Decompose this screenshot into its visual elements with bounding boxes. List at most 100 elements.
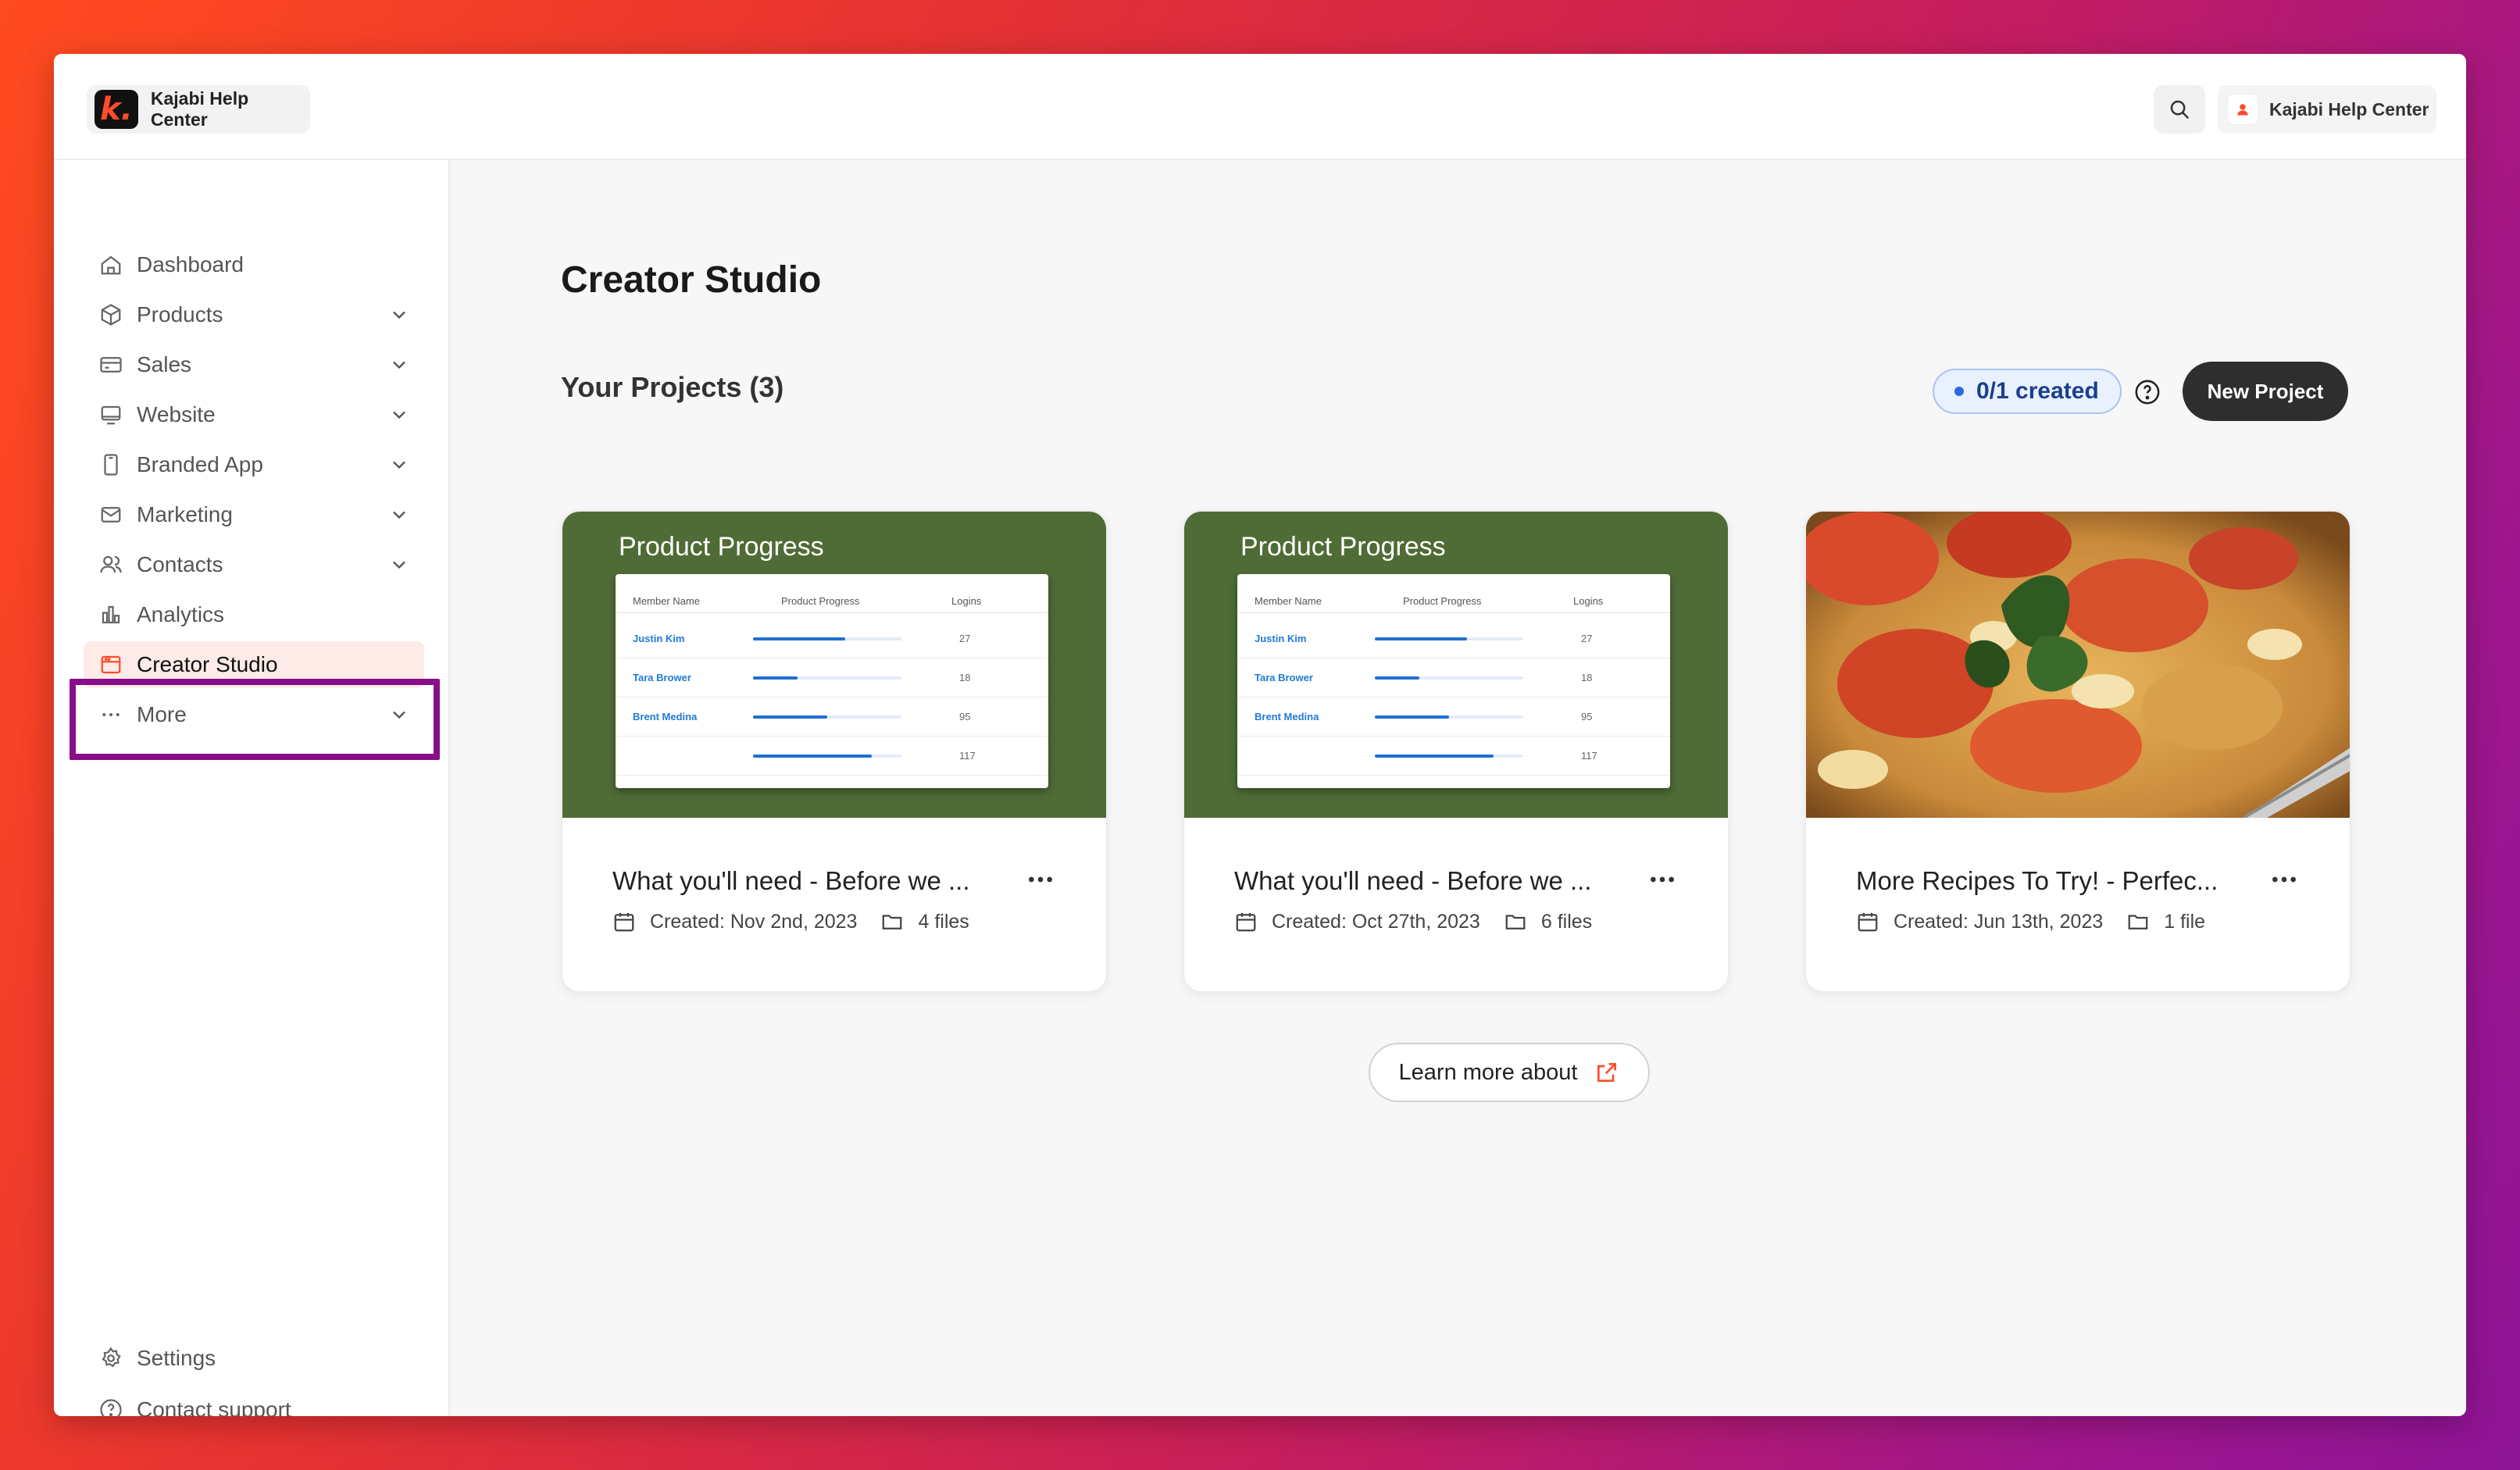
table-row: 117 bbox=[616, 737, 1048, 776]
site-name: Kajabi Help Center bbox=[150, 88, 249, 130]
progress-bar bbox=[1375, 715, 1523, 719]
logins-count: 18 bbox=[959, 672, 971, 683]
more-options-icon[interactable] bbox=[2268, 868, 2300, 891]
progress-fill bbox=[1375, 676, 1419, 680]
thumbnail-title: Product Progress bbox=[619, 532, 824, 562]
calendar-icon bbox=[1858, 912, 1878, 932]
table-header-cell: Logins bbox=[951, 595, 982, 607]
logo-letter: k. bbox=[100, 91, 133, 127]
project-title: What you'll need - Before we ... bbox=[612, 866, 970, 895]
project-file-count: 6 files bbox=[1540, 910, 1593, 933]
logins-count: 27 bbox=[1581, 633, 1593, 644]
project-created-date: Created: Oct 27th, 2023 bbox=[1272, 910, 1480, 933]
logins-count: 18 bbox=[1581, 672, 1593, 683]
project-created-date: Created: Jun 13th, 2023 bbox=[1894, 910, 2104, 933]
project-thumbnail: Product Progress Member Name Product Pro… bbox=[1184, 512, 1728, 818]
page-title: Creator Studio bbox=[561, 259, 822, 301]
project-card[interactable]: Product Progress Member Name Product Pro… bbox=[561, 510, 1108, 993]
table-header-cell: Product Progress bbox=[781, 595, 860, 607]
sidebar-item-sales[interactable]: Sales bbox=[84, 341, 424, 388]
account-name: Kajabi Help Center bbox=[2269, 98, 2429, 120]
sidebar-item-creator-studio[interactable]: Creator Studio bbox=[84, 641, 424, 688]
table-row: Justin Kim 27 bbox=[1237, 619, 1670, 658]
logins-count: 117 bbox=[959, 750, 976, 762]
progress-fill bbox=[1375, 754, 1494, 758]
sidebar: Dashboard Products Sales Website Branded… bbox=[54, 160, 450, 1416]
progress-fill bbox=[753, 637, 845, 640]
chevron-down-icon bbox=[393, 511, 405, 519]
project-card[interactable]: Product Progress Member Name Product Pro… bbox=[1183, 510, 1729, 993]
help-circle-icon bbox=[100, 1399, 122, 1416]
search-button[interactable] bbox=[2154, 85, 2205, 134]
table-header-cell: Member Name bbox=[1255, 595, 1322, 607]
site-switcher[interactable]: k. Kajabi Help Center bbox=[87, 85, 310, 134]
sidebar-item-label: Analytics bbox=[137, 602, 225, 626]
table-row: Tara Brower 18 bbox=[616, 658, 1048, 698]
member-name: Tara Brower bbox=[1255, 672, 1313, 683]
sidebar-item-label: Marketing bbox=[137, 502, 233, 526]
users-icon bbox=[100, 555, 122, 573]
member-name: Justin Kim bbox=[1255, 633, 1307, 644]
sidebar-item-more[interactable]: More bbox=[84, 691, 424, 738]
chevron-down-icon bbox=[393, 561, 405, 569]
box-icon bbox=[101, 304, 121, 326]
more-options-icon[interactable] bbox=[1025, 868, 1056, 891]
project-meta: Created: Oct 27th, 2023 6 files bbox=[1234, 910, 1592, 933]
sidebar-item-label: Website bbox=[137, 402, 216, 426]
table-header-cell: Product Progress bbox=[1403, 595, 1482, 607]
created-count-badge: 0/1 created bbox=[1933, 369, 2122, 414]
learn-more-button[interactable]: Learn more about bbox=[1369, 1043, 1650, 1102]
sidebar-item-label: Sales bbox=[137, 352, 192, 376]
gear-icon bbox=[102, 1347, 121, 1368]
sidebar-item-analytics[interactable]: Analytics bbox=[84, 591, 424, 638]
member-name: Brent Medina bbox=[633, 711, 698, 723]
pizza-photo bbox=[1806, 512, 2350, 818]
project-meta: Created: Nov 2nd, 2023 4 files bbox=[612, 910, 969, 933]
app-window: k. Kajabi Help Center Kajabi Help Center… bbox=[54, 54, 2466, 1416]
project-created-date: Created: Nov 2nd, 2023 bbox=[650, 910, 858, 933]
pizza-image bbox=[1806, 512, 2350, 818]
sidebar-item-label: Contact support bbox=[137, 1397, 291, 1416]
help-circle-icon[interactable] bbox=[2134, 379, 2161, 405]
calendar-icon bbox=[614, 912, 634, 932]
progress-fill bbox=[1375, 637, 1467, 640]
chevron-down-icon bbox=[393, 411, 405, 419]
sidebar-item-marketing[interactable]: Marketing bbox=[84, 491, 424, 538]
sidebar-item-products[interactable]: Products bbox=[84, 291, 424, 338]
sidebar-item-label: Products bbox=[137, 302, 223, 326]
sidebar-item-label: Branded App bbox=[137, 452, 263, 476]
sidebar-item-settings[interactable]: Settings bbox=[84, 1335, 424, 1382]
logins-count: 117 bbox=[1581, 750, 1597, 762]
folder-icon bbox=[2128, 915, 2148, 929]
top-bar: k. Kajabi Help Center Kajabi Help Center bbox=[54, 54, 2466, 160]
user-icon bbox=[2237, 104, 2248, 116]
sidebar-item-label: More bbox=[137, 702, 187, 726]
more-options-icon[interactable] bbox=[1647, 868, 1678, 891]
progress-fill bbox=[753, 715, 827, 719]
sidebar-item-label: Settings bbox=[137, 1346, 216, 1370]
section-title: Your Projects (3) bbox=[561, 371, 784, 403]
bar-chart-icon bbox=[102, 605, 120, 624]
chevron-down-icon bbox=[393, 311, 405, 319]
table-header-cell: Logins bbox=[1573, 595, 1604, 607]
more-dots-icon bbox=[102, 713, 120, 716]
table-header-cell: Member Name bbox=[633, 595, 700, 607]
folder-icon bbox=[1505, 915, 1526, 929]
kajabi-logo: k. bbox=[95, 90, 138, 129]
table-row: Brent Medina 95 bbox=[1237, 698, 1670, 737]
account-menu-button[interactable]: Kajabi Help Center bbox=[2218, 85, 2436, 134]
sidebar-item-website[interactable]: Website bbox=[84, 391, 424, 438]
project-card[interactable]: More Recipes To Try! - Perfec... Created… bbox=[1804, 510, 2351, 993]
sidebar-item-contact-support[interactable]: Contact support bbox=[84, 1386, 424, 1416]
sidebar-item-branded-app[interactable]: Branded App bbox=[84, 441, 424, 488]
progress-bar bbox=[1375, 637, 1523, 640]
table-row: Tara Brower 18 bbox=[1237, 658, 1670, 698]
sidebar-item-contacts[interactable]: Contacts bbox=[84, 541, 424, 588]
new-project-button[interactable]: New Project bbox=[2183, 362, 2348, 421]
search-icon bbox=[2170, 100, 2190, 120]
credit-card-icon bbox=[100, 357, 122, 373]
sidebar-item-dashboard[interactable]: Dashboard bbox=[84, 241, 424, 288]
project-title: What you'll need - Before we ... bbox=[1234, 866, 1592, 895]
project-file-count: 4 files bbox=[918, 910, 969, 933]
thumbnail-title: Product Progress bbox=[1240, 532, 1446, 562]
